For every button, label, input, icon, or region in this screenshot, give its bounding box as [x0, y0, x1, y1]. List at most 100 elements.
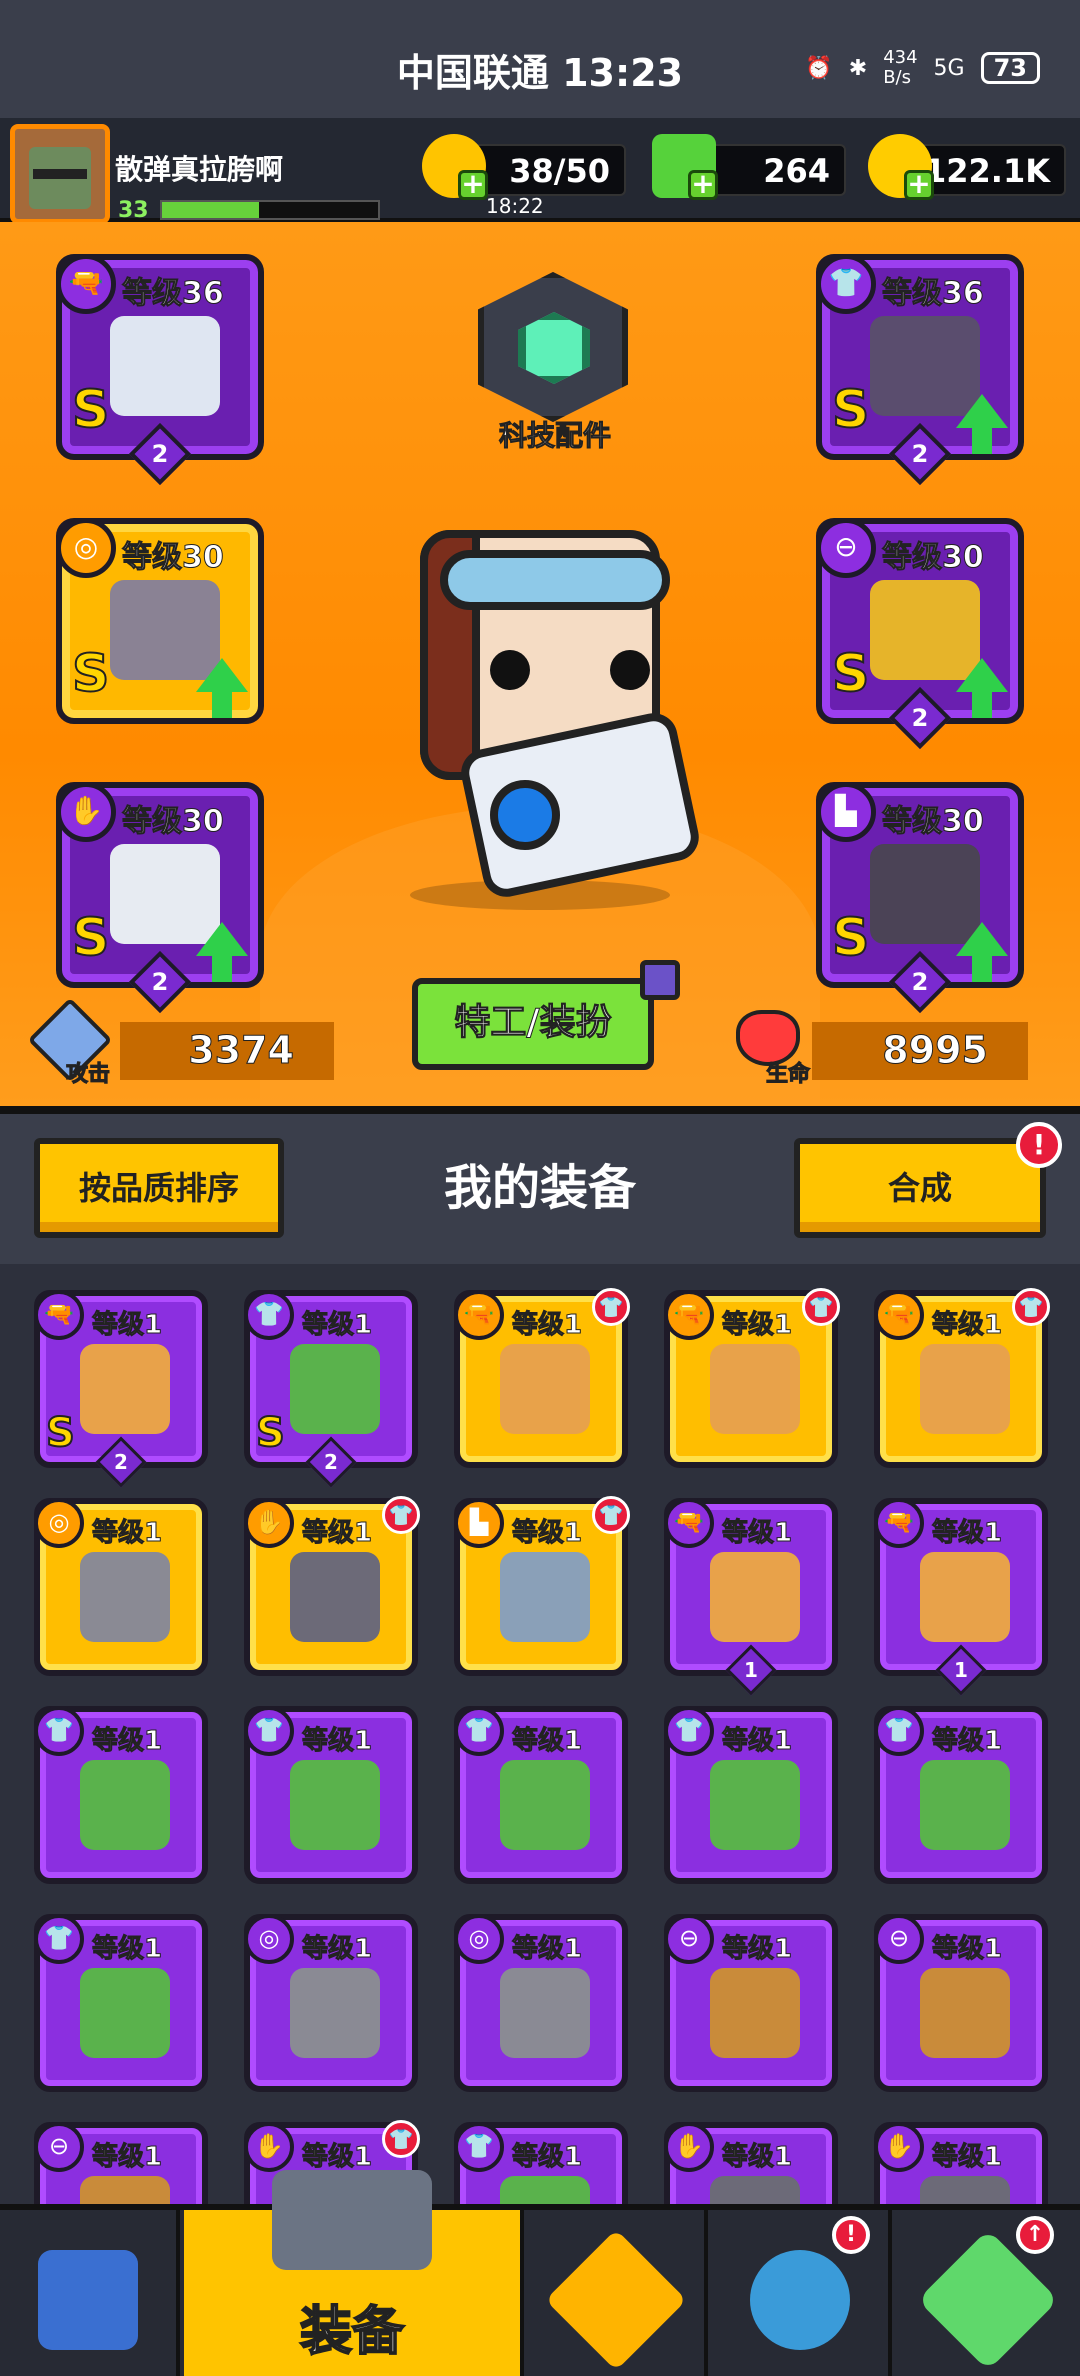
nav-events[interactable]: !	[712, 2210, 892, 2376]
divider	[0, 1106, 1080, 1114]
add-energy-button[interactable]: +	[458, 170, 488, 200]
gun-type-icon: 🔫	[56, 254, 116, 314]
inventory-item[interactable]: ⊖ 等级1	[874, 1914, 1048, 2092]
item-level: 等级1	[301, 1726, 373, 1757]
armor-type-icon: 👕	[816, 254, 876, 314]
grade-badge: S	[831, 643, 870, 705]
inventory-item[interactable]: 👕 等级1	[664, 1706, 838, 1884]
inventory-item[interactable]: 🔫 等级1 👕	[454, 1288, 630, 1468]
gloves-type-icon: ✋	[244, 1498, 294, 1548]
globe-icon	[750, 2250, 850, 2350]
slot-weapon[interactable]: 🔫 等级36 S 2	[56, 254, 264, 486]
slot-level: 等级36	[122, 276, 225, 312]
item-level: 等级1	[721, 1310, 793, 1341]
inventory-item[interactable]: 👕 等级1	[454, 2122, 628, 2204]
boots-icon	[500, 1552, 590, 1642]
item-level: 等级1	[91, 1726, 163, 1757]
item-level: 等级1	[91, 1934, 163, 1965]
star-count: 1	[744, 1658, 758, 1682]
grade-badge: S	[831, 379, 870, 441]
inventory-item[interactable]: ▙ 等级1 👕	[454, 1496, 630, 1676]
belt-type-icon: ⊖	[816, 518, 876, 578]
necklace-icon	[80, 1552, 170, 1642]
nav-battle[interactable]	[528, 2210, 708, 2376]
star-count: 2	[911, 704, 929, 732]
gold-counter[interactable]: + 122.1K	[868, 134, 1066, 200]
inventory-item[interactable]: ⊖ 等级1	[664, 1914, 838, 2092]
new-item-badge: 👕	[802, 1288, 840, 1326]
new-item-badge: 👕	[592, 1496, 630, 1534]
inventory-item[interactable]: ✋ 等级1	[664, 2122, 838, 2204]
inventory-item[interactable]: 👕 等级1	[454, 1706, 628, 1884]
armor-type-icon: 👕	[34, 1706, 84, 1756]
inventory-item[interactable]: 🔫 等级1 👕	[874, 1288, 1050, 1468]
energy-counter[interactable]: + 38/50	[422, 134, 626, 200]
gloves-icon	[710, 2176, 800, 2204]
inventory-item[interactable]: ⊖ 等级1	[34, 2122, 208, 2204]
gloves-type-icon: ✋	[664, 2122, 714, 2172]
inventory-item[interactable]: 👕 等级1	[244, 1706, 418, 1884]
gun-icon	[920, 1552, 1010, 1642]
panel-title: 我的装备	[443, 1160, 636, 1216]
slot-necklace[interactable]: ◎ 等级30 S	[56, 518, 264, 724]
upgrade-arrow-icon	[956, 658, 1008, 692]
item-level: 等级1	[511, 1518, 583, 1549]
slot-armor[interactable]: 👕 等级36 S 2	[816, 254, 1024, 486]
belt-type-icon: ⊖	[664, 1914, 714, 1964]
nav-evolution[interactable]: ↑	[896, 2210, 1080, 2376]
slot-gloves[interactable]: ✋ 等级30 S 2	[56, 782, 264, 1014]
inventory-item[interactable]: 👕 等级1	[34, 1914, 208, 2092]
inventory-grid: 🔫 等级1 S 2 👕 等级1 S 2 🔫 等级1 👕 🔫 等级1 👕 🔫 等级1 👕 ◎ 等级1 ✋ 等级1 👕 ▙ 等级1…	[0, 1264, 1080, 2204]
armor-icon	[290, 1760, 380, 1850]
item-level: 等级1	[91, 1310, 163, 1341]
hp-label: 生命	[765, 1062, 811, 1088]
star-count: 2	[911, 440, 929, 468]
inventory-item[interactable]: ◎ 等级1	[454, 1914, 628, 2092]
add-gold-button[interactable]: +	[904, 170, 934, 200]
gun-type-icon: 🔫	[34, 1290, 84, 1340]
item-level: 等级1	[721, 1518, 793, 1549]
item-level: 等级1	[721, 1934, 793, 1965]
new-item-badge: 👕	[1012, 1288, 1050, 1326]
gem-counter[interactable]: + 264	[652, 134, 846, 200]
gun-icon	[80, 1344, 170, 1434]
upgrade-arrow-icon	[196, 658, 248, 692]
agent-outfit-button[interactable]: 特工/装扮	[412, 978, 654, 1070]
gloves-type-icon: ✋	[874, 2122, 924, 2172]
star-count: 2	[324, 1450, 338, 1474]
armor-icon	[80, 1968, 170, 2058]
hero-gun-barrel	[490, 780, 560, 850]
inventory-item[interactable]: 🔫 等级1 1	[874, 1498, 1048, 1696]
armor-type-icon: 👕	[244, 1290, 294, 1340]
inventory-item[interactable]: ✋ 等级1	[874, 2122, 1048, 2204]
inventory-item[interactable]: 👕 等级1 S 2	[244, 1290, 418, 1488]
slot-boots[interactable]: ▙ 等级30 S 2	[816, 782, 1024, 1014]
inventory-item[interactable]: 🔫 等级1 1	[664, 1498, 838, 1696]
avatar[interactable]	[10, 124, 110, 224]
inventory-item[interactable]: ✋ 等级1 👕	[244, 1496, 420, 1676]
inventory-item[interactable]: 🔫 等级1 S 2	[34, 1290, 208, 1488]
upgrade-arrow-icon	[956, 394, 1008, 428]
gloves-type-icon: ✋	[244, 2122, 294, 2172]
sort-by-quality-button[interactable]: 按品质排序	[34, 1138, 284, 1238]
nav-equipment[interactable]: 装备	[184, 2170, 524, 2376]
slot-level: 等级30	[882, 804, 985, 840]
star-count: 2	[911, 968, 929, 996]
slot-belt[interactable]: ⊖ 等级30 S 2	[816, 518, 1024, 750]
armor-type-icon: 👕	[454, 2122, 504, 2172]
armor-icon	[290, 1344, 380, 1434]
inventory-item[interactable]: ◎ 等级1	[244, 1914, 418, 2092]
merge-button[interactable]: 合成	[794, 1138, 1046, 1238]
inventory-item[interactable]: 🔫 等级1 👕	[664, 1288, 840, 1468]
slot-level: 等级30	[122, 804, 225, 840]
inventory-item[interactable]: ◎ 等级1	[34, 1498, 208, 1676]
item-level: 等级1	[931, 1310, 1003, 1341]
inventory-item[interactable]: 👕 等级1	[874, 1706, 1048, 1884]
nav-shop[interactable]	[0, 2210, 180, 2376]
item-level: 等级1	[721, 2142, 793, 2173]
inventory-item[interactable]: 👕 等级1	[34, 1706, 208, 1884]
add-gems-button[interactable]: +	[688, 170, 718, 200]
gem-value: 264	[763, 152, 830, 190]
avatar-glasses	[33, 169, 87, 179]
evolution-alert-badge: ↑	[1016, 2216, 1054, 2254]
